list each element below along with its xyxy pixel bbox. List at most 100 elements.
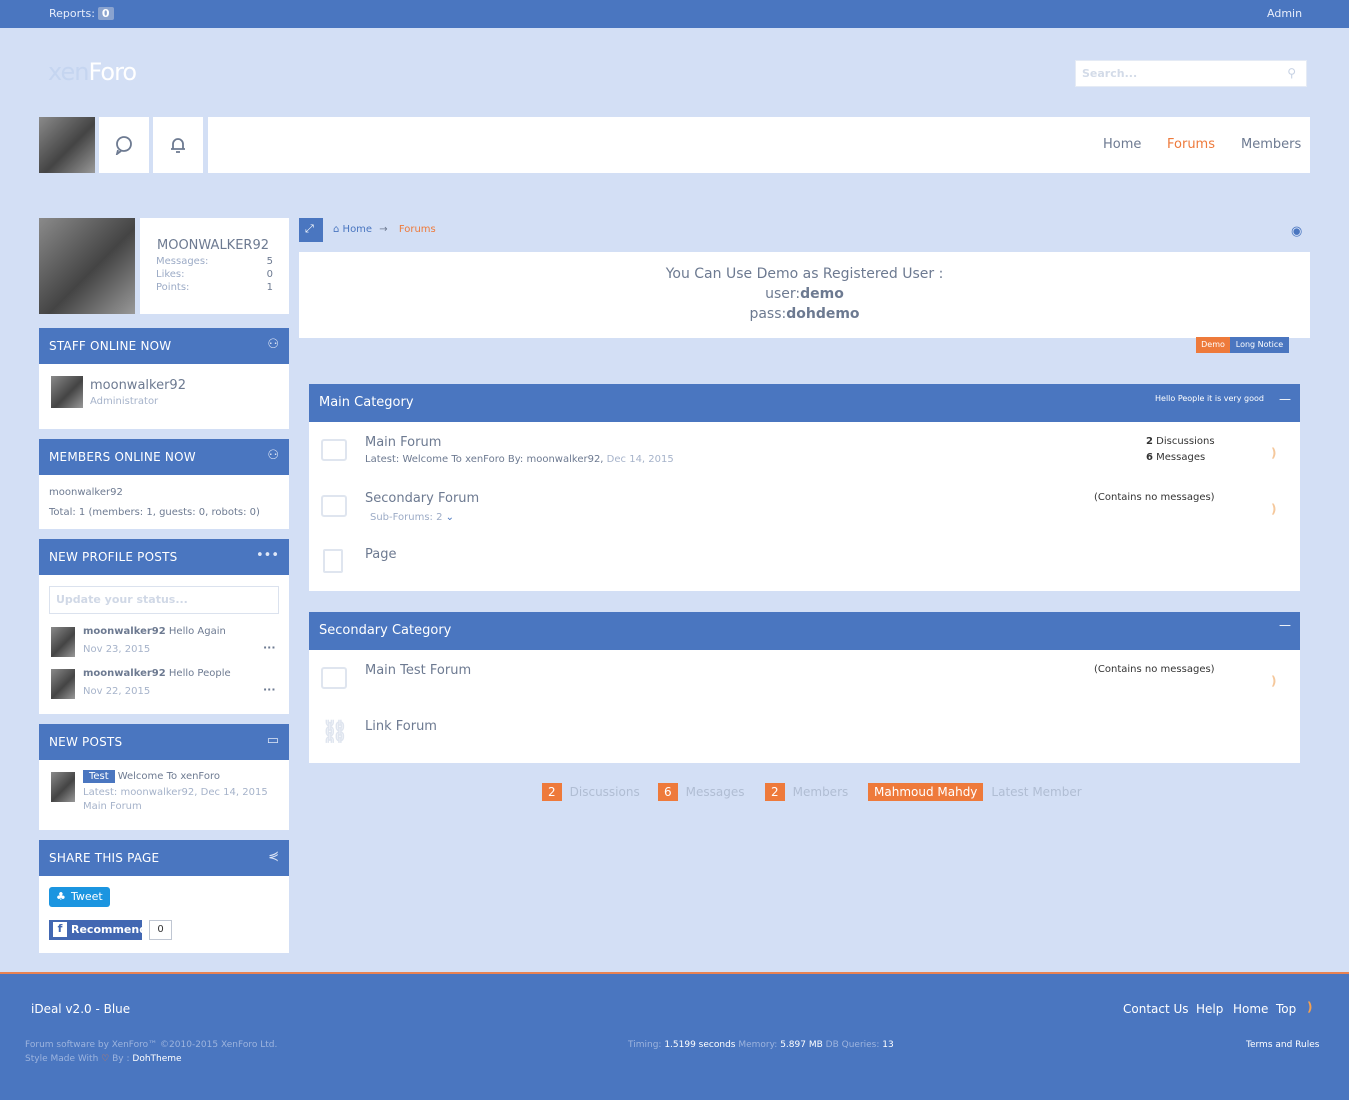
stat-members-count: 2	[765, 783, 785, 801]
forum-title[interactable]: Link Forum	[365, 719, 437, 734]
footer-help-link[interactable]: Help	[1196, 1002, 1223, 1016]
online-member-link[interactable]: moonwalker92	[49, 487, 123, 498]
collapse-icon[interactable]: —	[1279, 392, 1291, 406]
category-title[interactable]: Secondary Category	[319, 623, 451, 638]
profile-avatar[interactable]	[39, 218, 135, 314]
profile-post-date[interactable]: Nov 23, 2015	[83, 644, 150, 655]
twitter-icon: ♣	[56, 890, 66, 903]
profile-post-2: moonwalker92 Hello People	[83, 668, 231, 679]
breadcrumb-forums[interactable]: Forums	[399, 224, 436, 235]
forum-title[interactable]: Page	[365, 547, 396, 562]
post-menu-icon[interactable]: ···	[263, 683, 276, 696]
new-post-forum[interactable]: Main Forum	[83, 801, 142, 812]
status-update-input[interactable]: Update your status...	[49, 586, 279, 614]
breadcrumb: ⌂ Home → Forums	[333, 224, 436, 235]
chat-bubble-icon	[115, 136, 132, 155]
profile-post-text: Hello Again	[168, 626, 226, 637]
footer-top-link[interactable]: Top	[1276, 1002, 1296, 1016]
conversations-button[interactable]	[99, 117, 149, 173]
category-description: Hello People it is very good	[1155, 394, 1264, 403]
subforums-toggle[interactable]: Sub-Forums: 2 ⌄	[370, 512, 454, 523]
footer-rss-icon[interactable]: )	[1307, 1000, 1312, 1014]
profile-messages-count[interactable]: 5	[267, 256, 273, 267]
share-header: SHARE THIS PAGE ⋞	[39, 840, 289, 876]
new-post-title[interactable]: Test Welcome To xenForo	[83, 770, 220, 783]
stat-members-label: Members	[792, 785, 849, 799]
stat-discussions: 2 Discussions	[542, 783, 640, 804]
fullscreen-toggle[interactable]: ⤢	[299, 218, 323, 242]
forum-stats-discussions: 2 Discussions	[1146, 436, 1215, 447]
copyright[interactable]: Forum software by XenForo™ ©2010-2015 Xe…	[25, 1040, 277, 1050]
staff-online-title: STAFF ONLINE NOW	[49, 339, 172, 353]
logo-part1: xen	[48, 58, 89, 86]
location-pin-icon[interactable]: ◉	[1291, 224, 1302, 239]
search-placeholder: Search...	[1082, 67, 1138, 80]
staff-username[interactable]: moonwalker92	[90, 378, 186, 393]
expand-icon: ⤢	[305, 222, 314, 235]
profile-post-date[interactable]: Nov 22, 2015	[83, 686, 150, 697]
collapse-icon[interactable]: —	[1279, 618, 1291, 632]
forum-read-icon	[321, 667, 347, 689]
tweet-label: Tweet	[71, 890, 103, 903]
footer-home-link[interactable]: Home	[1233, 1002, 1268, 1016]
forum-read-icon	[321, 495, 347, 517]
staff-role: Administrator	[90, 396, 159, 407]
profile-messages-label: Messages:	[156, 256, 209, 267]
new-post-thread: Welcome To xenForo	[117, 771, 220, 782]
reports-label: Reports:	[49, 7, 95, 20]
user-avatar[interactable]	[39, 117, 95, 173]
notice-tab-long[interactable]: Long Notice	[1230, 337, 1289, 353]
profile-username[interactable]: MOONWALKER92	[157, 238, 269, 253]
profile-card: MOONWALKER92 Messages: 5 Likes: 0 Points…	[140, 218, 289, 314]
alerts-button[interactable]	[153, 117, 203, 173]
reports-count-badge: 0	[97, 7, 114, 20]
nav-forums[interactable]: Forums	[1167, 137, 1215, 152]
forum-latest-date[interactable]: Dec 14, 2015	[607, 454, 674, 465]
share-title: SHARE THIS PAGE	[49, 851, 160, 865]
profile-points-count[interactable]: 1	[267, 282, 273, 293]
category-header: Main Category Hello People it is very go…	[309, 384, 1300, 422]
site-logo[interactable]: xenForo	[48, 58, 137, 86]
terms-link[interactable]: Terms and Rules	[1246, 1040, 1319, 1050]
profile-post-avatar[interactable]	[51, 627, 75, 657]
footer-contact-link[interactable]: Contact Us	[1123, 1002, 1189, 1016]
staff-avatar[interactable]	[51, 376, 83, 408]
home-icon[interactable]: ⌂	[333, 224, 339, 235]
author-link[interactable]: DohTheme	[132, 1054, 181, 1064]
forum-title[interactable]: Main Test Forum	[365, 663, 471, 678]
rss-icon[interactable]: )	[1271, 502, 1276, 516]
style-chooser[interactable]: iDeal v2.0 - Blue	[31, 1002, 130, 1016]
post-menu-icon[interactable]: ···	[263, 641, 276, 654]
notice-user-label: user:	[765, 286, 801, 302]
folder-icon: ▭	[266, 733, 279, 748]
forum-latest-text[interactable]: Latest: Welcome To xenForo By: moonwalke…	[365, 454, 607, 465]
rss-icon[interactable]: )	[1271, 674, 1276, 688]
nav-members[interactable]: Members	[1241, 137, 1301, 152]
latest-member-link[interactable]: Mahmoud Mahdy	[868, 783, 984, 801]
recommend-button[interactable]: f Recommend	[49, 920, 147, 940]
forum-title[interactable]: Secondary Forum	[365, 491, 479, 506]
profile-post-user[interactable]: moonwalker92	[83, 626, 166, 637]
logo-part2: Foro	[88, 58, 137, 86]
notice-pass-value: dohdemo	[786, 306, 860, 322]
search-icon[interactable]: ⚲	[1287, 66, 1296, 80]
forum-title[interactable]: Main Forum	[365, 435, 441, 450]
reports-link[interactable]: Reports: 0	[49, 7, 114, 20]
admin-link[interactable]: Admin	[1267, 7, 1302, 20]
more-icon[interactable]: •••	[256, 548, 279, 563]
new-post-avatar[interactable]	[51, 772, 75, 802]
profile-post-user[interactable]: moonwalker92	[83, 668, 166, 679]
recommend-count: 0	[149, 920, 172, 940]
online-total: Total: 1 (members: 1, guests: 0, robots:…	[49, 507, 260, 518]
search-input[interactable]: Search... ⚲	[1075, 60, 1307, 87]
share-icon: ⋞	[268, 849, 279, 864]
nav-home[interactable]: Home	[1103, 137, 1141, 152]
rss-icon[interactable]: )	[1271, 446, 1276, 460]
tweet-button[interactable]: ♣ Tweet	[49, 887, 110, 907]
category-title[interactable]: Main Category	[319, 395, 414, 410]
notice-tab-demo[interactable]: Demo	[1196, 337, 1230, 353]
profile-likes-count[interactable]: 0	[267, 269, 273, 280]
breadcrumb-home[interactable]: Home	[343, 224, 373, 235]
category-body: Main Forum Latest: Welcome To xenForo By…	[309, 422, 1300, 591]
profile-post-avatar[interactable]	[51, 669, 75, 699]
